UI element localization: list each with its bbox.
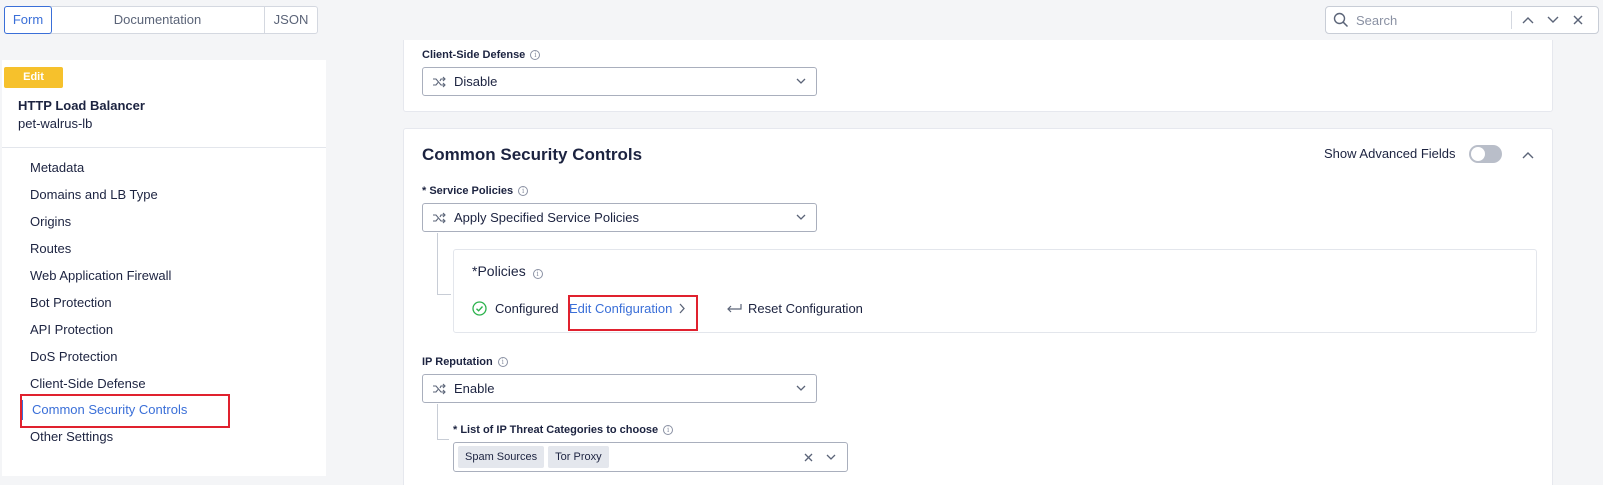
edit-configuration-highlight-box [568, 295, 698, 331]
client-side-defense-label: Client-Side Defense i [422, 49, 541, 61]
sidebar-item-origins[interactable]: Origins [30, 212, 71, 232]
chevron-up-icon [1522, 17, 1534, 24]
undo-icon [727, 303, 742, 312]
policies-status: Configured [472, 301, 559, 316]
chevron-down-icon [796, 78, 806, 84]
view-tabs: Form Documentation JSON [4, 6, 318, 34]
tab-form[interactable]: Form [4, 6, 52, 34]
search-next-button[interactable] [1537, 7, 1562, 33]
close-icon [1573, 15, 1583, 25]
sidebar-item-dos-protection[interactable]: DoS Protection [30, 347, 117, 367]
info-icon: i [518, 186, 529, 196]
chevron-down-icon[interactable] [826, 454, 836, 461]
client-side-defense-value: Disable [454, 74, 498, 89]
chevron-down-icon [796, 385, 806, 391]
chevron-down-icon [796, 214, 806, 220]
service-policies-label: * Service Policies i [422, 185, 529, 197]
client-side-defense-label-text: Client-Side Defense [422, 49, 526, 61]
search-box [1325, 6, 1599, 34]
service-policies-value: Apply Specified Service Policies [454, 210, 639, 225]
chip-tor-proxy[interactable]: Tor Proxy [548, 446, 609, 468]
clear-icon[interactable] [804, 453, 813, 462]
ip-threat-categories-label: * List of IP Threat Categories to choose… [453, 424, 674, 436]
top-bar: Form Documentation JSON [0, 0, 1603, 42]
tab-documentation[interactable]: Documentation [51, 7, 265, 33]
client-side-defense-card: Client-Side Defense i Disable [403, 40, 1553, 112]
ip-threat-categories-label-text: * List of IP Threat Categories to choose [453, 424, 659, 436]
reset-configuration-label: Reset Configuration [748, 301, 863, 316]
chip-spam-sources[interactable]: Spam Sources [458, 446, 545, 468]
show-advanced-label: Show Advanced Fields [1324, 146, 1456, 161]
branch-icon [433, 76, 446, 87]
service-policies-label-text: * Service Policies [422, 185, 514, 197]
sidebar-item-other-settings[interactable]: Other Settings [30, 427, 113, 447]
toggle-knob [1471, 147, 1485, 161]
sidebar-item-waf[interactable]: Web Application Firewall [30, 266, 171, 286]
info-icon: i [530, 50, 541, 60]
client-side-defense-select[interactable]: Disable [422, 67, 817, 96]
branch-icon [433, 212, 446, 223]
search-input[interactable] [1356, 12, 1506, 28]
search-icon [1333, 12, 1349, 28]
reset-configuration-button[interactable]: Reset Configuration [726, 301, 863, 316]
policies-title: *Policies i [472, 263, 543, 279]
service-policies-select[interactable]: Apply Specified Service Policies [422, 203, 817, 232]
ip-reputation-label-text: IP Reputation [422, 356, 493, 368]
sidebar-item-routes[interactable]: Routes [30, 239, 71, 259]
collapse-chevron-up-icon[interactable] [1522, 151, 1534, 159]
ip-reputation-label: IP Reputation i [422, 356, 508, 368]
edit-badge: Edit [4, 67, 63, 88]
sidebar-item-bot-protection[interactable]: Bot Protection [30, 293, 112, 313]
info-icon: i [497, 357, 508, 367]
sidebar-item-client-side-defense[interactable]: Client-Side Defense [30, 374, 146, 394]
section-title: Common Security Controls [422, 145, 643, 164]
tab-json[interactable]: JSON [265, 7, 317, 33]
sidebar-item-domains[interactable]: Domains and LB Type [30, 185, 158, 205]
show-advanced-toggle[interactable] [1469, 145, 1502, 163]
branch-icon [433, 383, 446, 394]
ip-reputation-select[interactable]: Enable [422, 374, 817, 403]
policies-status-text: Configured [495, 301, 559, 316]
object-type: HTTP Load Balancer [18, 98, 145, 113]
tree-connector [437, 404, 449, 440]
search-previous-button[interactable] [1512, 7, 1537, 33]
search-close-button[interactable] [1562, 7, 1587, 33]
sidebar-divider [2, 147, 326, 148]
sidebar-highlight-box [20, 394, 230, 428]
sidebar-item-metadata[interactable]: Metadata [30, 158, 84, 178]
sidebar-item-api-protection[interactable]: API Protection [30, 320, 113, 340]
ip-threat-categories-multiselect[interactable]: Spam Sources Tor Proxy [453, 442, 848, 472]
chevron-down-icon [1547, 16, 1559, 23]
info-icon: i [532, 269, 543, 279]
tree-connector [437, 233, 451, 295]
object-name: pet-walrus-lb [18, 116, 93, 131]
ip-reputation-value: Enable [454, 381, 495, 396]
check-circle-icon [472, 301, 487, 316]
info-icon: i [663, 425, 674, 435]
policies-title-text: Policies [477, 263, 526, 279]
